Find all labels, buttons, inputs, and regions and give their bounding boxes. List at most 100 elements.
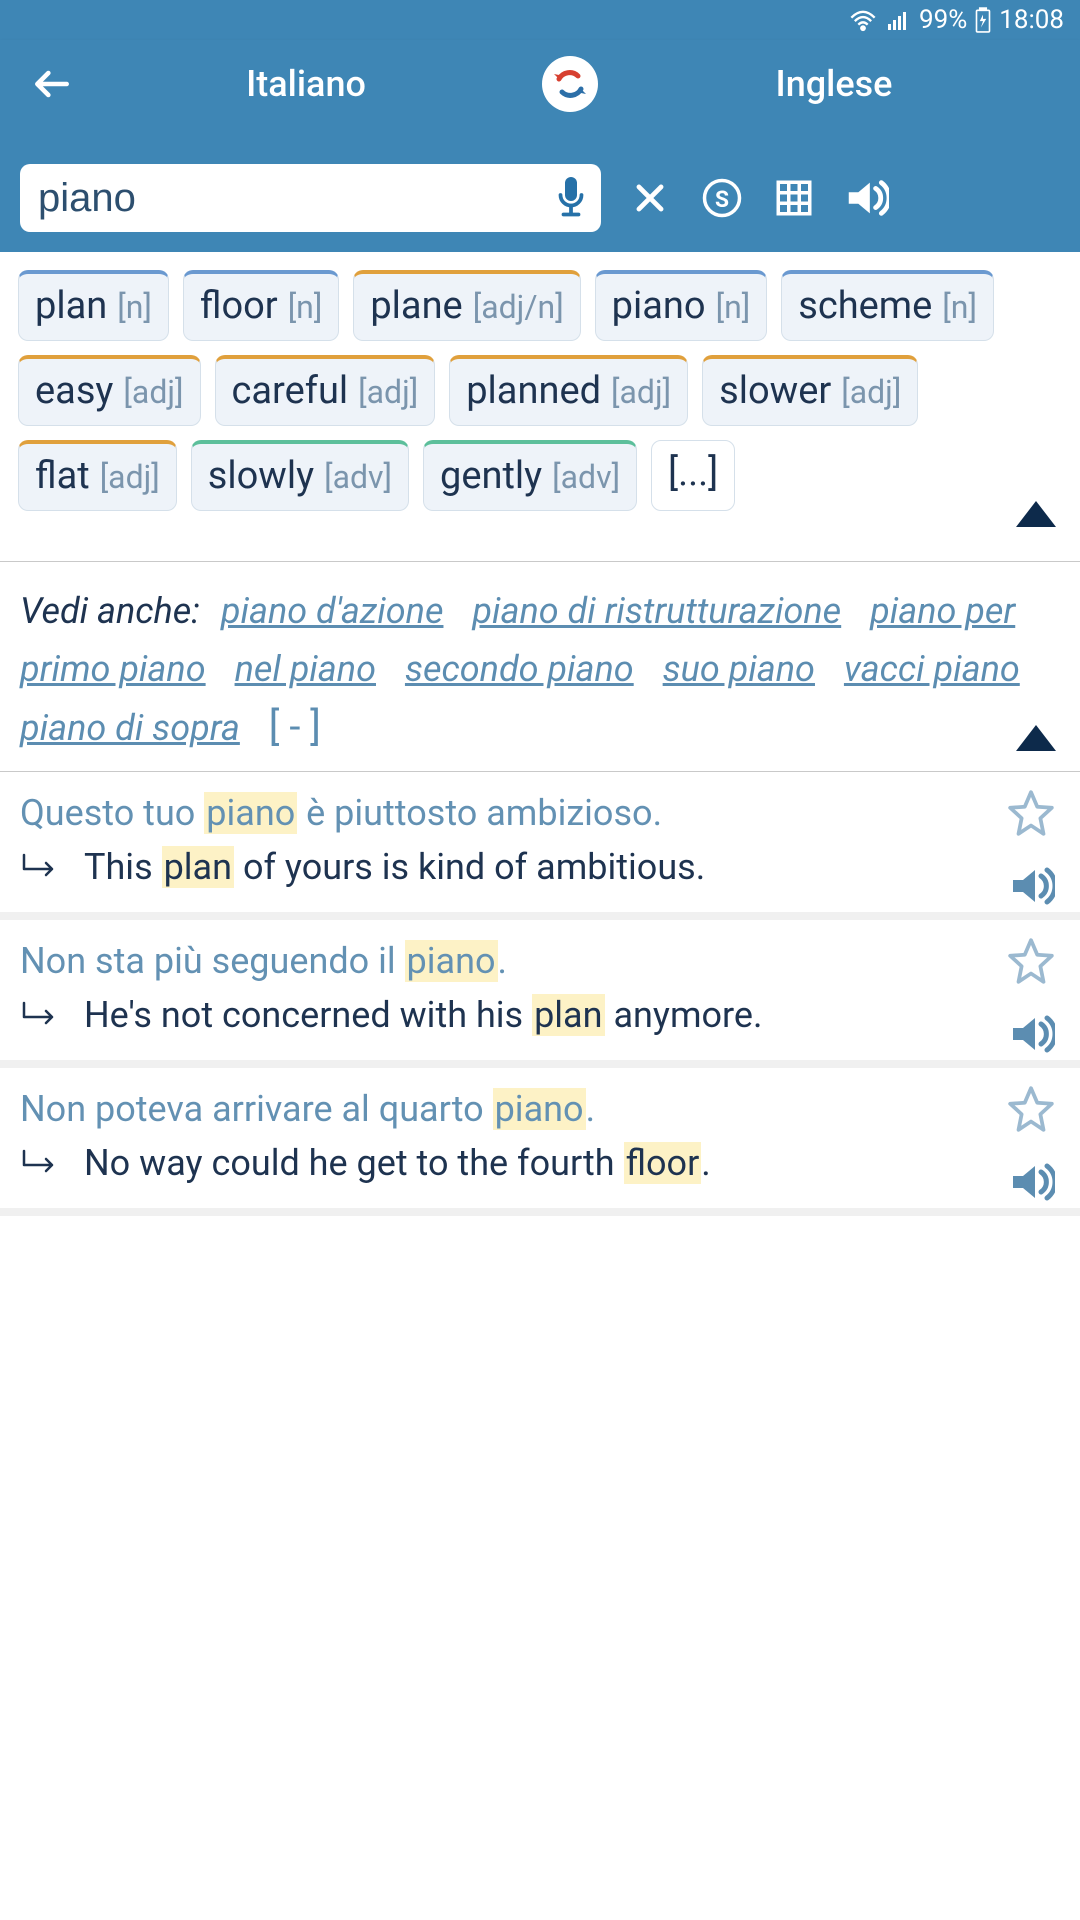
chip-pos: [n] xyxy=(117,288,152,326)
example-item: Questo tuo piano è piuttosto ambizioso. T… xyxy=(0,772,1080,920)
example-target: No way could he get to the fourth floor. xyxy=(84,1142,711,1184)
see-also-link[interactable]: piano per xyxy=(870,582,1015,640)
chip-word: slower xyxy=(719,369,831,413)
example-target: He's not concerned with his plan anymore… xyxy=(84,994,763,1036)
translation-chip[interactable]: planned [adj] xyxy=(449,355,688,426)
favorite-button[interactable] xyxy=(1006,936,1056,986)
favorite-button[interactable] xyxy=(1006,788,1056,838)
translation-chip[interactable]: plane [adj/n] xyxy=(353,270,580,341)
chip-word: easy xyxy=(35,369,113,413)
chip-word: careful xyxy=(232,369,349,413)
chip-pos: [n] xyxy=(288,288,323,326)
favorite-button[interactable] xyxy=(1006,1084,1056,1134)
play-audio-button[interactable] xyxy=(1007,1010,1055,1058)
grid-icon[interactable] xyxy=(771,175,817,221)
chip-pos: [adj] xyxy=(611,373,671,411)
example-actions xyxy=(1006,1084,1056,1206)
chip-word: floor xyxy=(200,284,278,328)
swap-languages-button[interactable] xyxy=(542,56,598,112)
chip-word: plan xyxy=(35,284,107,328)
chip-pos: [adj] xyxy=(358,373,418,411)
chip-word: scheme xyxy=(798,284,932,328)
collapse-chips-button[interactable] xyxy=(1016,501,1056,527)
see-also-link[interactable]: piano di ristrutturazione xyxy=(472,582,841,640)
chip-pos: [adj] xyxy=(123,373,183,411)
example-actions xyxy=(1006,788,1056,910)
signal-icon xyxy=(885,8,911,32)
see-also-section: Vedi anche: piano d'azione piano di rist… xyxy=(0,562,1080,771)
chip-word: slowly xyxy=(208,454,314,498)
highlight: piano xyxy=(493,1088,586,1130)
svg-text:S: S xyxy=(715,186,729,213)
see-also-link[interactable]: secondo piano xyxy=(405,640,634,698)
example-item: Non sta più seguendo il piano. He's not c… xyxy=(0,920,1080,1068)
search-box xyxy=(20,164,601,232)
example-source: Non sta più seguendo il piano. xyxy=(20,940,1060,982)
highlight: plan xyxy=(162,846,234,888)
chip-word: flat xyxy=(35,454,90,498)
see-also-link[interactable]: piano d'azione xyxy=(221,582,444,640)
clock-time: 18:08 xyxy=(999,5,1064,35)
battery-icon xyxy=(975,7,991,33)
chip-word: gently xyxy=(440,454,542,498)
chip-pos: [adv] xyxy=(324,458,392,496)
see-also-link[interactable]: primo piano xyxy=(20,640,206,698)
chip-word: piano xyxy=(612,284,706,328)
chip-word: plane xyxy=(370,284,462,328)
see-also-link[interactable]: suo piano xyxy=(663,640,815,698)
chip-pos: [adj] xyxy=(841,373,901,411)
examples-list: Questo tuo piano è piuttosto ambizioso. T… xyxy=(0,772,1080,1216)
collapse-see-also-text[interactable]: [ - ] xyxy=(269,703,321,750)
highlight: floor xyxy=(624,1142,702,1184)
see-also-link[interactable]: nel piano xyxy=(235,640,376,698)
chip-pos: [n] xyxy=(716,288,751,326)
translation-chips: plan[n]floor[n]plane[adj/n]piano[n]schem… xyxy=(0,252,1080,521)
see-also-link[interactable]: piano di sopra xyxy=(20,699,240,757)
example-source: Questo tuo piano è piuttosto ambizioso. xyxy=(20,792,1060,834)
sub-arrow-icon xyxy=(20,1149,70,1177)
example-actions xyxy=(1006,936,1056,1058)
see-also-label: Vedi anche: xyxy=(20,590,200,632)
highlight: piano xyxy=(405,940,498,982)
chip-pos: [adv] xyxy=(552,458,620,496)
chip-pos: [adj] xyxy=(100,458,160,496)
chip-word: planned xyxy=(466,369,601,413)
sub-arrow-icon xyxy=(20,853,70,881)
search-input[interactable] xyxy=(38,176,553,221)
circle-s-icon[interactable]: S xyxy=(699,175,745,221)
translation-chip[interactable]: careful[adj] xyxy=(215,355,436,426)
play-audio-button[interactable] xyxy=(1007,862,1055,910)
status-bar: 99% 18:08 xyxy=(0,0,1080,40)
collapse-see-also-button[interactable] xyxy=(1016,725,1056,751)
content-area: plan[n]floor[n]plane[adj/n]piano[n]schem… xyxy=(0,252,1080,1216)
translation-chip[interactable]: flat [adj] xyxy=(18,440,177,511)
example-target: This plan of yours is kind of ambitious. xyxy=(84,846,705,888)
chip-pos: [n] xyxy=(942,288,977,326)
highlight: plan xyxy=(532,994,604,1036)
translation-chip[interactable]: scheme [n] xyxy=(781,270,994,341)
example-item: Non poteva arrivare al quarto piano. No w… xyxy=(0,1068,1080,1216)
clear-button[interactable] xyxy=(627,175,673,221)
app-bar: Italiano Inglese S xyxy=(0,40,1080,252)
see-also-link[interactable]: vacci piano xyxy=(844,640,1020,698)
sub-arrow-icon xyxy=(20,1001,70,1029)
battery-percent: 99% xyxy=(919,5,967,35)
translation-chip[interactable]: slowly [adv] xyxy=(191,440,409,511)
translation-chip[interactable]: piano [n] xyxy=(595,270,768,341)
speaker-icon[interactable] xyxy=(843,175,889,221)
translation-chip[interactable]: floor [n] xyxy=(183,270,339,341)
translation-chip[interactable]: gently [adv] xyxy=(423,440,637,511)
chip-pos: [adj/n] xyxy=(473,288,564,326)
translation-chip[interactable]: plan [n] xyxy=(18,270,169,341)
source-language[interactable]: Italiano xyxy=(90,63,522,105)
translation-chip[interactable]: easy [adj] xyxy=(18,355,201,426)
wifi-icon xyxy=(849,8,877,32)
example-source: Non poteva arrivare al quarto piano. xyxy=(20,1088,1060,1130)
more-chip[interactable]: [...] xyxy=(651,440,735,511)
target-language[interactable]: Inglese xyxy=(618,63,1050,105)
translation-chip[interactable]: slower [adj] xyxy=(702,355,918,426)
microphone-icon[interactable] xyxy=(553,174,589,222)
back-button[interactable] xyxy=(30,62,90,106)
play-audio-button[interactable] xyxy=(1007,1158,1055,1206)
highlight: piano xyxy=(204,792,297,834)
